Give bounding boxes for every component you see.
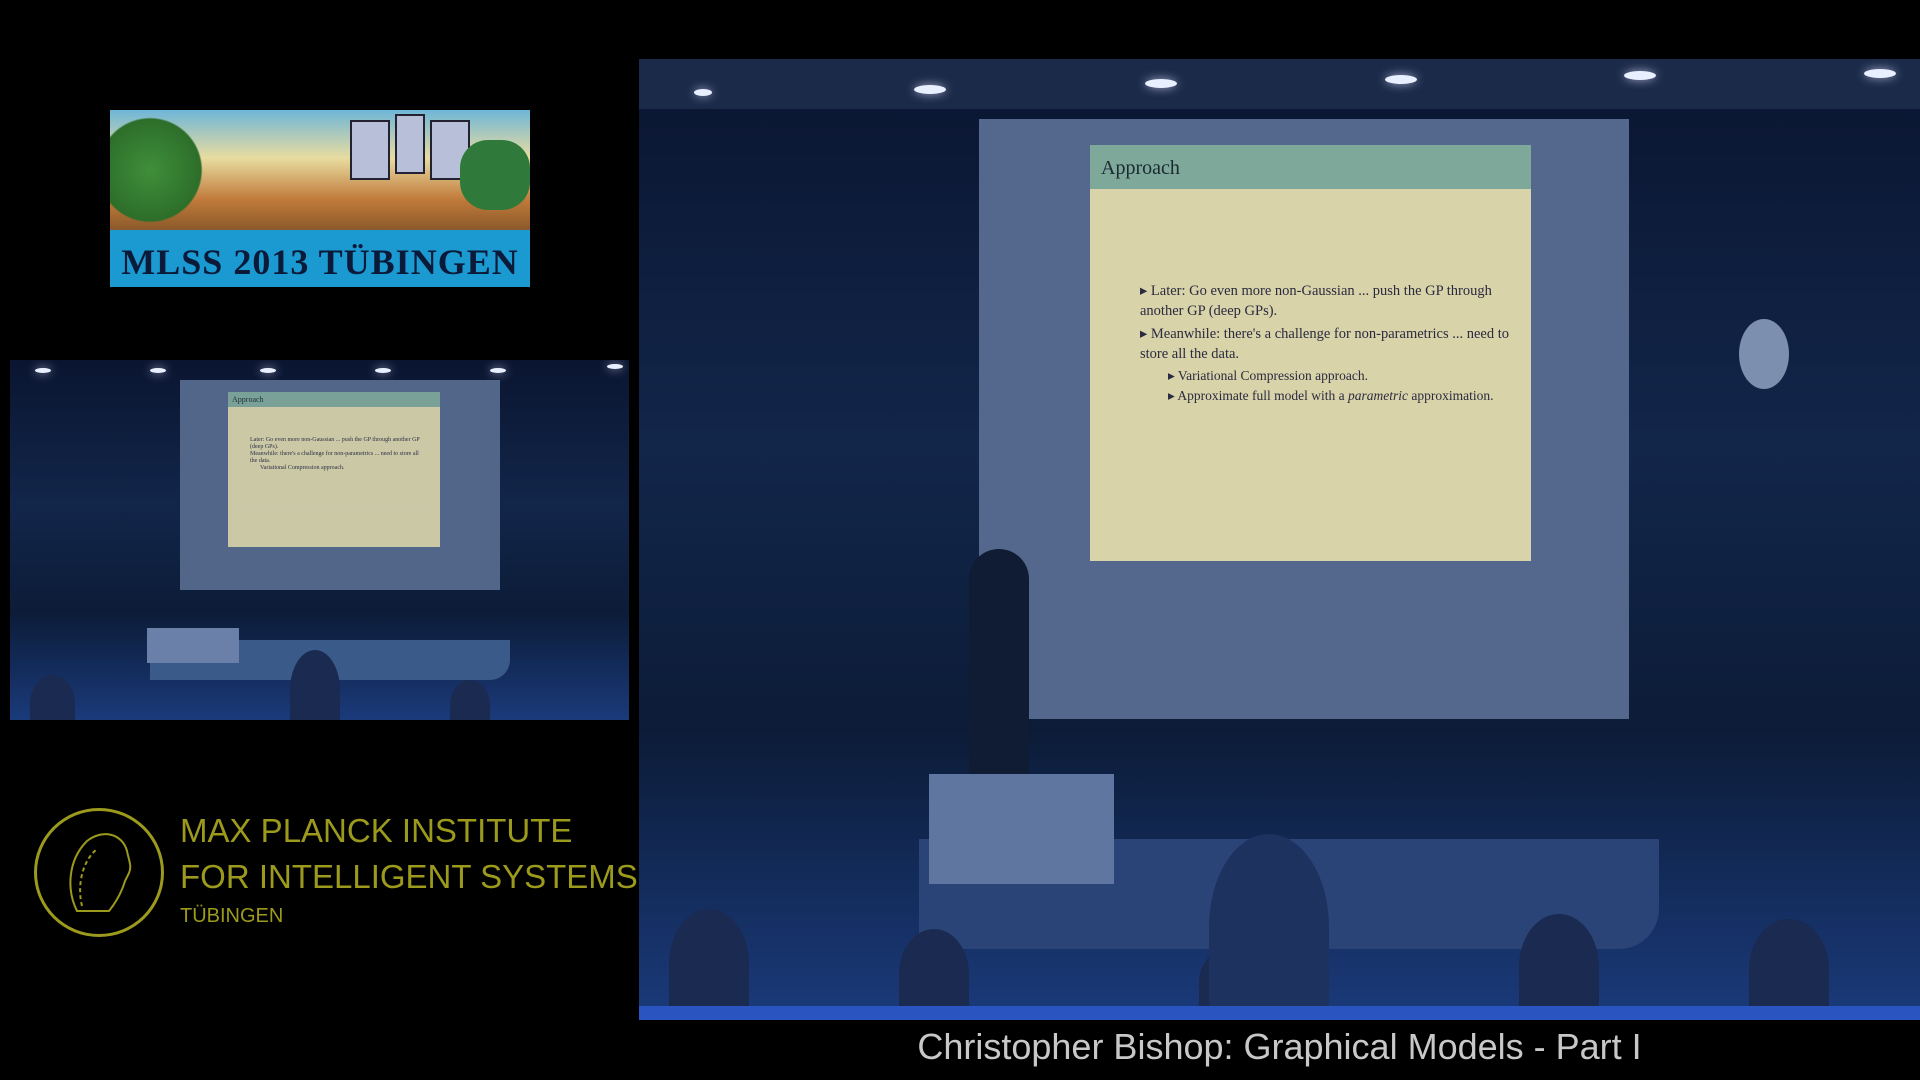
- slide-bullet: ▸ Meanwhile: there's a challenge for non…: [1140, 326, 1510, 362]
- slide-bullet: ▸ Later: Go even more non-Gaussian ... p…: [1140, 283, 1492, 319]
- slide-title: Approach: [1090, 145, 1531, 189]
- logo-title: MLSS 2013 TÜBINGEN: [121, 242, 519, 282]
- wide-camera-video[interactable]: Approach Later: Go even more non-Gaussia…: [10, 360, 629, 720]
- video-caption: Christopher Bishop: Graphical Models - P…: [917, 1026, 1642, 1067]
- speaker: [969, 549, 1029, 779]
- institute-line2: FOR INTELLIGENT SYSTEMS: [180, 858, 638, 895]
- slide-sub-bullet: ▸ Approximate full model with a parametr…: [1168, 388, 1494, 403]
- main-camera-video[interactable]: Approach ▸ Later: Go even more non-Gauss…: [639, 59, 1920, 1020]
- projected-slide: Approach ▸ Later: Go even more non-Gauss…: [1090, 145, 1531, 561]
- minerva-head-icon: [69, 833, 132, 912]
- mlss-logo: MLSS 2013 TÜBINGEN: [110, 110, 530, 287]
- slide-sub-bullet: ▸ Variational Compression approach.: [1168, 368, 1368, 383]
- institute-name: MAX PLANCK INSTITUTE FOR INTELLIGENT SYS…: [180, 808, 638, 932]
- wall-clock: [1739, 319, 1789, 389]
- max-planck-minerva-logo: [34, 808, 164, 937]
- institute-location: TÜBINGEN: [180, 905, 284, 927]
- logo-landscape-illustration: [110, 110, 530, 230]
- small-slide-thumbnail: Approach Later: Go even more non-Gaussia…: [228, 392, 440, 547]
- institute-line1: MAX PLANCK INSTITUTE: [180, 812, 573, 849]
